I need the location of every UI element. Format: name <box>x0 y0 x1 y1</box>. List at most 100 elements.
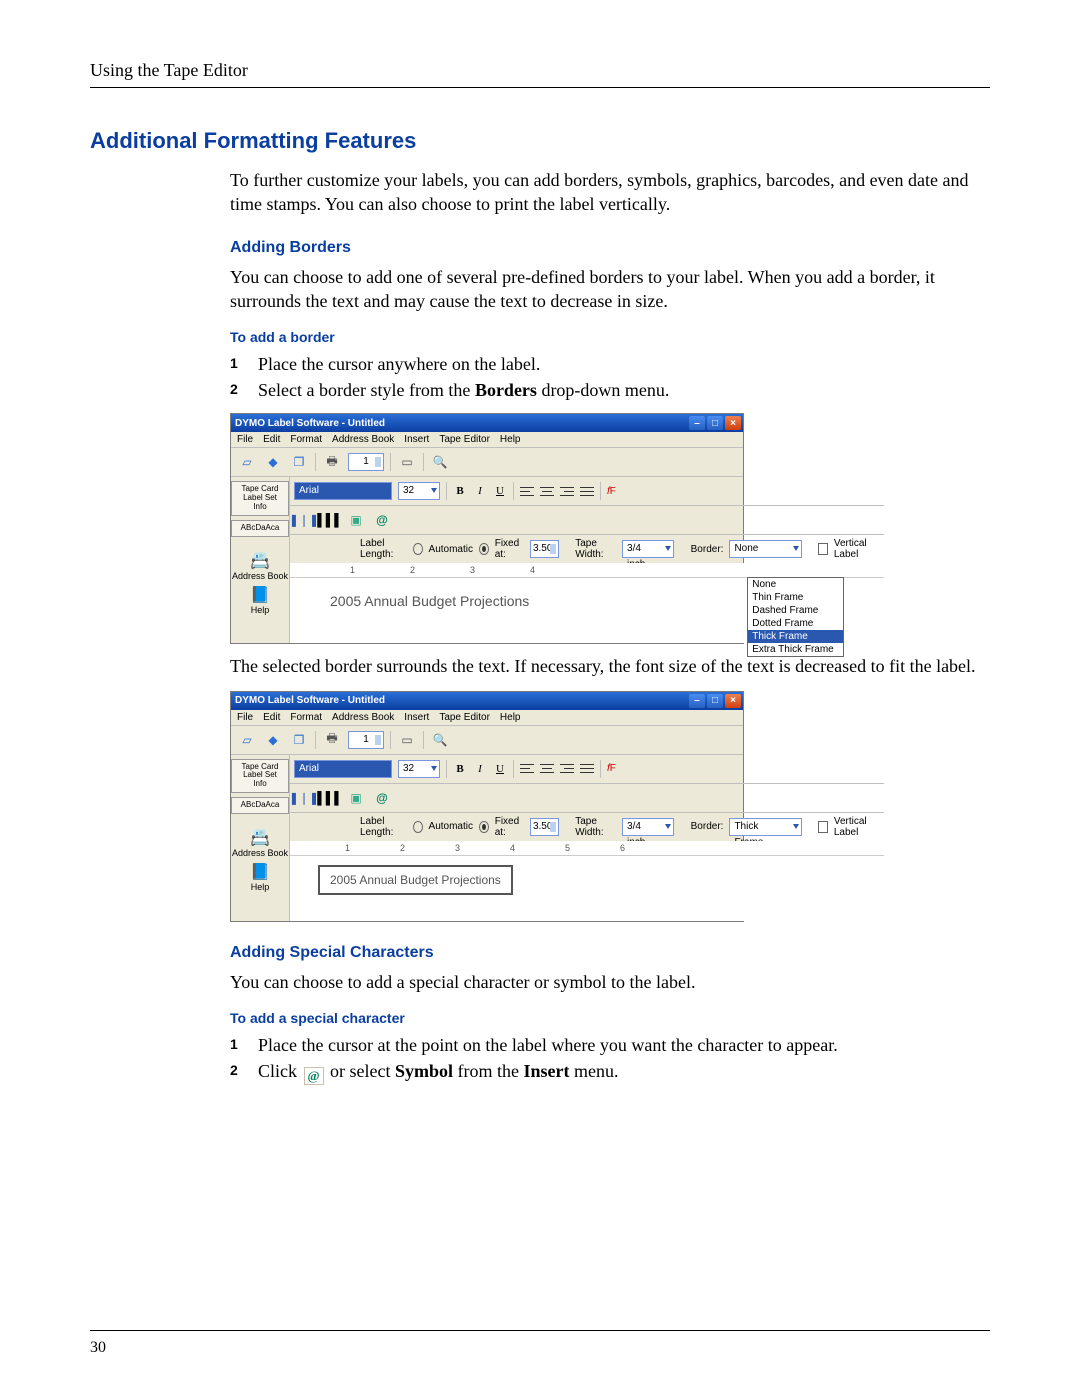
save-icon[interactable]: ❐ <box>289 452 309 472</box>
menu-address-book[interactable]: Address Book <box>332 434 394 445</box>
menu-address-book[interactable]: Address Book <box>332 712 394 723</box>
menu-format[interactable]: Format <box>290 434 322 445</box>
border-option-selected[interactable]: Thick Frame <box>748 630 843 643</box>
save-icon[interactable]: ❐ <box>289 730 309 750</box>
label-icon[interactable]: ▭ <box>397 730 417 750</box>
borders-paragraph: You can choose to add one of several pre… <box>230 265 990 314</box>
font-size-combo[interactable]: 32 <box>398 760 440 778</box>
sidebar-help[interactable]: 📘Help <box>250 862 270 892</box>
menu-tape-editor[interactable]: Tape Editor <box>439 712 490 723</box>
zoom-icon[interactable]: 🔍 <box>430 730 450 750</box>
open-icon[interactable]: ◆ <box>263 730 283 750</box>
border-combo[interactable]: None <box>729 540 801 558</box>
step-number: 2 <box>230 1058 258 1085</box>
radio-automatic[interactable] <box>413 543 423 555</box>
sidebar-address-book[interactable]: 📇Address Book <box>232 551 288 581</box>
ruler: 1 2 3 4 5 6 <box>290 841 884 856</box>
sidebar-label-card[interactable]: Tape Card Label Set Info <box>231 481 289 515</box>
italic-button[interactable]: I <box>473 485 487 497</box>
sidebar-font-card[interactable]: ABcDaAca <box>231 520 289 537</box>
close-icon[interactable]: × <box>725 694 741 708</box>
print-icon[interactable]: 🖶 <box>322 730 342 750</box>
align-justify-icon[interactable] <box>580 762 594 776</box>
underline-button[interactable]: U <box>493 485 507 497</box>
border-dropdown-list[interactable]: None Thin Frame Dashed Frame Dotted Fram… <box>747 577 844 657</box>
font-color-icon[interactable]: fF <box>607 763 616 774</box>
new-icon[interactable]: ▱ <box>237 730 257 750</box>
symbol-icon[interactable]: @ <box>372 788 392 808</box>
border-option[interactable]: Thin Frame <box>748 591 843 604</box>
vertical-label-checkbox[interactable] <box>818 821 828 833</box>
running-head: Using the Tape Editor <box>90 60 990 81</box>
fixed-length-spinner[interactable]: 3.50" <box>530 818 558 836</box>
fixed-length-spinner[interactable]: 3.50" <box>530 540 558 558</box>
fixed-at-label: Fixed at: <box>495 538 525 560</box>
align-left-icon[interactable] <box>520 762 534 776</box>
menu-insert[interactable]: Insert <box>404 712 429 723</box>
font-color-icon[interactable]: fF <box>607 486 616 497</box>
menu-edit[interactable]: Edit <box>263 712 280 723</box>
sidebar-help[interactable]: 📘Help <box>250 585 270 615</box>
radio-automatic[interactable] <box>413 821 423 833</box>
menu-help[interactable]: Help <box>500 434 521 445</box>
copies-spinner[interactable]: 1 <box>348 731 384 749</box>
sidebar-label-card[interactable]: Tape Card Label Set Info <box>231 759 289 793</box>
align-right-icon[interactable] <box>560 762 574 776</box>
label-icon[interactable]: ▭ <box>397 452 417 472</box>
step-number: 1 <box>230 351 258 377</box>
font-size-combo[interactable]: 32 <box>398 482 440 500</box>
border-option[interactable]: Extra Thick Frame <box>748 643 843 656</box>
menu-insert[interactable]: Insert <box>404 434 429 445</box>
align-right-icon[interactable] <box>560 484 574 498</box>
align-justify-icon[interactable] <box>580 484 594 498</box>
underline-button[interactable]: U <box>493 763 507 775</box>
heading-adding-special-characters: Adding Special Characters <box>230 944 990 962</box>
italic-button[interactable]: I <box>473 763 487 775</box>
vertical-label-checkbox[interactable] <box>818 543 828 555</box>
copies-spinner[interactable]: 1 <box>348 453 384 471</box>
border-label: Border: <box>691 544 724 555</box>
border-combo[interactable]: Thick Frame <box>729 818 801 836</box>
sidebar-address-book[interactable]: 📇Address Book <box>232 828 288 858</box>
zoom-icon[interactable]: 🔍 <box>430 452 450 472</box>
step-text: Select a border style from the Borders d… <box>258 377 990 403</box>
barcode2-icon[interactable]: ▌▌▌ <box>320 510 340 530</box>
menu-tape-editor[interactable]: Tape Editor <box>439 434 490 445</box>
image-icon[interactable]: ▣ <box>346 510 366 530</box>
sidebar-font-card[interactable]: ABcDaAca <box>231 797 289 814</box>
vertical-label-text: Vertical Label <box>834 538 880 560</box>
barcode-icon[interactable]: ❚❘❚ <box>294 510 314 530</box>
minimize-icon[interactable]: – <box>689 694 705 708</box>
print-icon[interactable]: 🖶 <box>322 452 342 472</box>
close-icon[interactable]: × <box>725 416 741 430</box>
font-name-combo[interactable]: Arial <box>294 482 392 500</box>
maximize-icon[interactable]: □ <box>707 694 723 708</box>
align-center-icon[interactable] <box>540 484 554 498</box>
font-name-combo[interactable]: Arial <box>294 760 392 778</box>
menu-edit[interactable]: Edit <box>263 434 280 445</box>
maximize-icon[interactable]: □ <box>707 416 723 430</box>
tape-width-combo[interactable]: 3/4 inch <box>622 818 674 836</box>
new-icon[interactable]: ▱ <box>237 452 257 472</box>
bold-button[interactable]: B <box>453 485 467 497</box>
bold-button[interactable]: B <box>453 763 467 775</box>
barcode-icon[interactable]: ❚❘❚ <box>294 788 314 808</box>
radio-fixed[interactable] <box>479 543 489 555</box>
image-icon[interactable]: ▣ <box>346 788 366 808</box>
barcode2-icon[interactable]: ▌▌▌ <box>320 788 340 808</box>
menu-format[interactable]: Format <box>290 712 322 723</box>
align-left-icon[interactable] <box>520 484 534 498</box>
tape-width-combo[interactable]: 3/4 inch <box>622 540 674 558</box>
border-option[interactable]: Dotted Frame <box>748 617 843 630</box>
menu-file[interactable]: File <box>237 712 253 723</box>
radio-fixed[interactable] <box>479 821 489 833</box>
border-option[interactable]: None <box>748 578 843 591</box>
vertical-label-text: Vertical Label <box>834 816 880 838</box>
align-center-icon[interactable] <box>540 762 554 776</box>
border-option[interactable]: Dashed Frame <box>748 604 843 617</box>
menu-file[interactable]: File <box>237 434 253 445</box>
open-icon[interactable]: ◆ <box>263 452 283 472</box>
menu-help[interactable]: Help <box>500 712 521 723</box>
minimize-icon[interactable]: – <box>689 416 705 430</box>
symbol-icon[interactable]: @ <box>372 510 392 530</box>
